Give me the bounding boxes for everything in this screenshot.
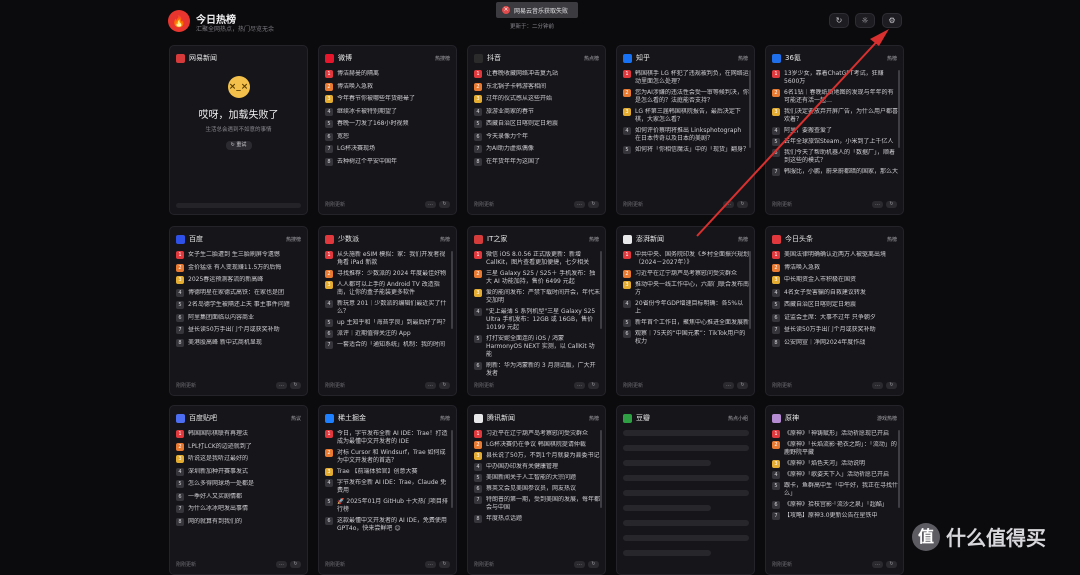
- watermark-logo-icon: 值: [912, 522, 940, 551]
- red-pointer-arrow: [696, 29, 889, 237]
- watermark: 值 什么值得买: [912, 522, 1046, 551]
- watermark-text: 什么值得买: [946, 526, 1046, 550]
